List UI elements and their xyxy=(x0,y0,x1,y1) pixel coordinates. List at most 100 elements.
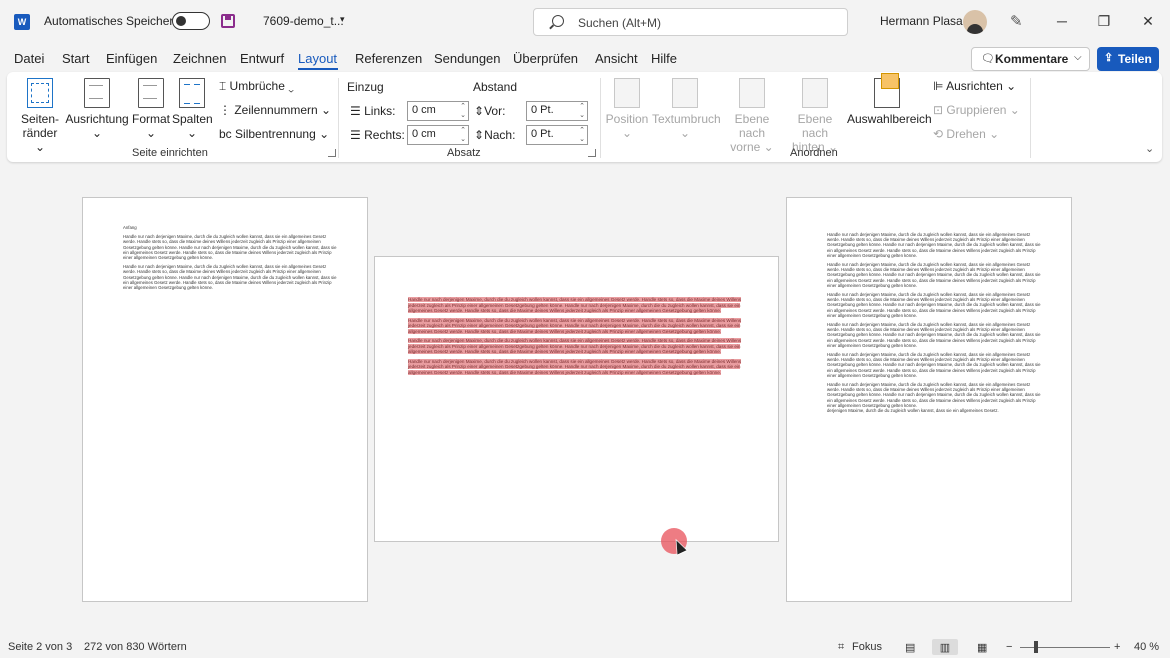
autosave-toggle[interactable] xyxy=(172,12,210,30)
focus-icon[interactable]: ⌗ xyxy=(838,641,844,654)
ribbon-collapse-icon[interactable]: ⌄ xyxy=(1145,142,1154,155)
search-icon xyxy=(552,15,564,27)
tab-zeichnen[interactable]: Zeichnen xyxy=(173,51,226,66)
word-count[interactable]: 272 von 830 Wörtern xyxy=(84,641,187,653)
document-canvas[interactable]: Anfang Handle nur nach derjenigen Maxime… xyxy=(0,170,1170,635)
comments-button[interactable]: 🗨 Kommentare ⌵ xyxy=(971,47,1090,71)
group-button[interactable]: ⊡ Gruppieren ⌄ xyxy=(933,103,1020,117)
separator xyxy=(600,78,601,158)
page-count[interactable]: Seite 2 von 3 xyxy=(8,641,72,653)
document-title[interactable]: 7609-demo_t... xyxy=(263,14,344,28)
breaks-icon: ⌶ xyxy=(219,79,227,93)
word-logo-icon: W xyxy=(14,14,30,30)
indent-heading: Einzug xyxy=(347,80,384,94)
page-1[interactable]: Anfang Handle nur nach derjenigen Maxime… xyxy=(82,197,368,602)
zoom-level[interactable]: 40 % xyxy=(1134,641,1159,653)
spacing-after-icon: ⇕ xyxy=(474,128,485,142)
spinner-arrows-icon[interactable]: ⌃ ⌄ xyxy=(460,126,466,144)
zoom-out-button[interactable]: − xyxy=(1006,641,1012,653)
tab-ansicht[interactable]: Ansicht xyxy=(595,51,638,66)
rotate-button[interactable]: ⟲ Drehen ⌄ xyxy=(933,127,999,141)
read-mode-icon[interactable]: ▤ xyxy=(905,641,915,654)
paragraph-launcher[interactable] xyxy=(588,149,596,157)
align-button[interactable]: ⊫ Ausrichten ⌄ xyxy=(933,79,1016,93)
spinner-arrows-icon[interactable]: ⌃ ⌄ xyxy=(579,102,585,120)
spacing-after-input[interactable]: 0 Pt. ⌃ ⌄ xyxy=(526,125,588,145)
menu-bar: Datei Start Einfügen Zeichnen Entwurf La… xyxy=(0,44,1170,72)
avatar[interactable] xyxy=(963,10,987,34)
comment-icon: 🗨 xyxy=(981,53,995,65)
paragraph-last-line: derjenigen Maxime, durch die du zugleich… xyxy=(827,408,999,414)
designer-pen-icon[interactable]: ✎ xyxy=(1010,12,1023,30)
paragraph: Handle nur nach derjenigen Maxime, durch… xyxy=(827,292,1041,318)
hyphenation-icon: bc xyxy=(219,127,232,141)
send-backward-label: Ebene nach xyxy=(797,112,833,140)
minimize-button[interactable]: ─ xyxy=(1052,11,1072,31)
spinner-arrows-icon[interactable]: ⌃ ⌄ xyxy=(579,126,585,144)
share-button[interactable]: ⇪ Teilen xyxy=(1097,47,1159,71)
columns-label: Spalten xyxy=(172,112,213,126)
chevron-down-icon[interactable]: ▾ xyxy=(340,14,345,25)
spacing-heading: Abstand xyxy=(473,80,518,94)
zoom-in-button[interactable]: + xyxy=(1114,641,1120,653)
margins-button[interactable]: Seiten- ränder ⌄ xyxy=(19,78,61,154)
autosave-label: Automatisches Speichern xyxy=(44,14,181,28)
web-layout-icon[interactable]: ▦ xyxy=(977,641,987,654)
close-button[interactable]: ✕ xyxy=(1138,11,1158,31)
restore-button[interactable]: ❐ xyxy=(1094,11,1114,31)
indent-left-input[interactable]: 0 cm ⌃ ⌄ xyxy=(407,101,469,121)
orientation-button[interactable]: Ausrichtung ⌄ xyxy=(65,78,129,140)
save-icon[interactable] xyxy=(221,14,235,28)
selection-pane-label: Auswahlbereich xyxy=(847,112,932,126)
bring-forward-button[interactable]: Ebene nach vorne ⌄ xyxy=(721,78,783,154)
group-label-paragraph: Absatz xyxy=(447,147,481,159)
active-tab-indicator xyxy=(298,68,338,70)
tab-einfuegen[interactable]: Einfügen xyxy=(106,51,157,66)
spacing-before-input[interactable]: 0 Pt. ⌃ ⌄ xyxy=(526,101,588,121)
focus-button[interactable]: Fokus xyxy=(852,641,882,653)
wrap-text-icon xyxy=(672,78,698,108)
page-3[interactable]: Handle nur nach derjenigen Maxime, durch… xyxy=(786,197,1072,602)
indent-right-icon: ☰ xyxy=(350,128,361,142)
hyphenation-button[interactable]: bc Silbentrennung ⌄ xyxy=(219,127,329,141)
tab-sendungen[interactable]: Sendungen xyxy=(434,51,501,66)
selection-pane-button[interactable]: Auswahlbereich xyxy=(847,73,932,126)
user-name[interactable]: Hermann Plasa xyxy=(880,14,963,28)
spinner-arrows-icon[interactable]: ⌃ ⌄ xyxy=(460,102,466,120)
paragraph: Handle nur nach derjenigen Maxime, durch… xyxy=(123,264,337,291)
tab-start[interactable]: Start xyxy=(62,51,89,66)
orientation-icon xyxy=(84,78,110,108)
tab-referenzen[interactable]: Referenzen xyxy=(355,51,422,66)
tab-entwurf[interactable]: Entwurf xyxy=(240,51,284,66)
tab-hilfe[interactable]: Hilfe xyxy=(651,51,677,66)
wrap-text-button[interactable]: Textumbruch ⌄ xyxy=(652,78,721,140)
group-label-arrange: Anordnen xyxy=(790,147,838,159)
page-heading: Anfang xyxy=(123,225,137,230)
print-layout-icon[interactable]: ▥ xyxy=(932,639,958,655)
breaks-button[interactable]: ⌶ Umbrüche ⌄ xyxy=(219,79,294,94)
chevron-down-icon: ⌵ xyxy=(1074,52,1082,63)
page-2[interactable]: Handle nur nach derjenigen Maxime, durch… xyxy=(374,256,779,542)
size-button[interactable]: Format ⌄ xyxy=(131,78,171,140)
page-setup-launcher[interactable] xyxy=(328,149,336,157)
line-numbers-button[interactable]: ⋮ Zeilennummern ⌄ xyxy=(219,103,331,117)
position-icon xyxy=(614,78,640,108)
status-bar: Seite 2 von 3 272 von 830 Wörtern ⌗ Foku… xyxy=(0,636,1170,658)
search-box[interactable]: Suchen (Alt+M) xyxy=(533,8,848,36)
chevron-down-icon: ⌄ xyxy=(186,126,198,140)
send-backward-button[interactable]: Ebene nach hinten ⌄ xyxy=(784,78,846,154)
position-button[interactable]: Position ⌄ xyxy=(605,78,649,140)
chevron-down-icon: ⌄ xyxy=(621,126,633,140)
tab-datei[interactable]: Datei xyxy=(14,51,44,66)
zoom-slider-thumb[interactable] xyxy=(1034,641,1038,653)
group-label-page-setup: Seite einrichten xyxy=(132,147,208,159)
paragraph: Handle nur nach derjenigen Maxime, durch… xyxy=(827,262,1041,288)
spacing-after-label: ⇕Nach: xyxy=(474,128,516,142)
indent-right-input[interactable]: 0 cm ⌃ ⌄ xyxy=(407,125,469,145)
spacing-before-label: ⇕Vor: xyxy=(474,104,506,118)
columns-button[interactable]: Spalten ⌄ xyxy=(172,78,213,140)
tab-layout[interactable]: Layout xyxy=(298,51,337,66)
bring-forward-label: Ebene nach xyxy=(734,112,770,140)
orientation-label: Ausrichtung xyxy=(65,112,129,126)
tab-ueberpruefen[interactable]: Überprüfen xyxy=(513,51,578,66)
